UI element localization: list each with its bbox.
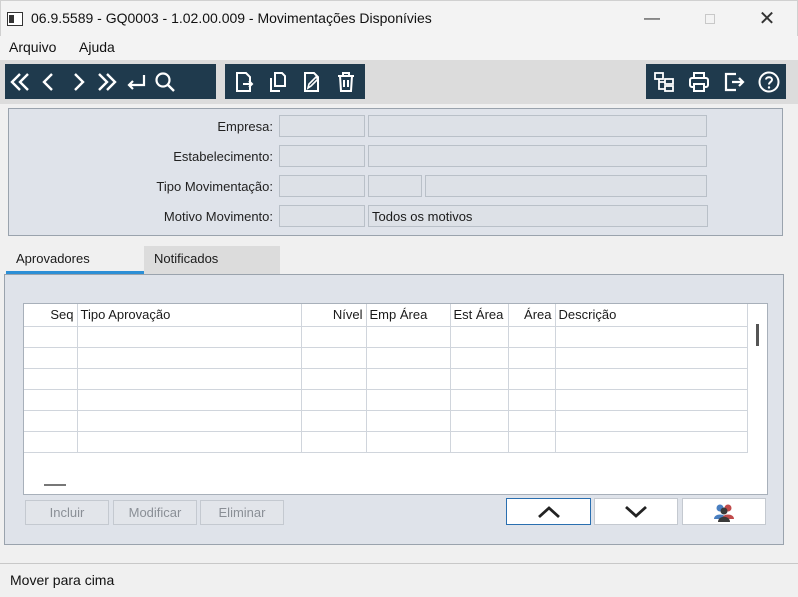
chevron-up-icon (537, 505, 560, 518)
chevron-down-icon (625, 505, 647, 518)
vertical-scrollbar[interactable] (756, 324, 759, 346)
aprovadores-grid[interactable]: Seq Tipo Aprovação Nível Emp Área Est Ár… (23, 303, 768, 495)
move-up-button[interactable] (506, 498, 591, 525)
window-title: 06.9.5589 - GQ0003 - 1.02.00.009 - Movim… (31, 10, 432, 26)
edit-toolbar-group (225, 64, 365, 99)
title-bar: 06.9.5589 - GQ0003 - 1.02.00.009 - Movim… (0, 0, 798, 36)
next-icon (73, 72, 85, 91)
motivo-movimento-code-field[interactable] (279, 205, 365, 227)
table-row[interactable] (24, 431, 748, 453)
tipo-movimentacao-desc-field (425, 175, 707, 197)
minimize-button[interactable]: — (629, 1, 675, 37)
utility-toolbar-group (646, 64, 786, 99)
tipo-movimentacao-label: Tipo Movimentação: (156, 179, 273, 194)
aprovadores-panel: Seq Tipo Aprovação Nível Emp Área Est Ár… (4, 274, 784, 545)
menu-ajuda[interactable]: Ajuda (79, 39, 115, 55)
empresa-name-field (368, 115, 707, 137)
users-icon (714, 504, 734, 522)
aprovadores-table: Seq Tipo Aprovação Nível Emp Área Est Ár… (24, 304, 748, 453)
edit-document-icon (304, 71, 320, 92)
first-icon (9, 72, 29, 91)
close-button[interactable]: ✕ (744, 1, 790, 37)
new-document-icon (236, 71, 254, 92)
exit-icon (724, 72, 745, 91)
tipo-movimentacao-code-field[interactable] (279, 175, 365, 197)
estabelecimento-code-field[interactable] (279, 145, 365, 167)
column-header-seq[interactable]: Seq (24, 304, 78, 327)
incluir-button[interactable]: Incluir (25, 500, 109, 525)
previous-record-button[interactable] (34, 64, 63, 99)
move-down-button[interactable] (594, 498, 678, 525)
return-icon (126, 74, 145, 90)
tab-bar: Aprovadores Notificados (0, 240, 798, 274)
print-icon (688, 71, 709, 92)
column-header-descricao[interactable]: Descrição (555, 304, 748, 327)
goto-button[interactable] (121, 64, 150, 99)
tab-notificados[interactable]: Notificados (144, 246, 280, 274)
eliminar-button[interactable]: Eliminar (200, 500, 284, 525)
new-record-button[interactable] (227, 64, 261, 99)
table-row[interactable] (24, 368, 748, 390)
empresa-code-field[interactable] (279, 115, 365, 137)
horizontal-scrollbar[interactable] (44, 484, 66, 486)
exit-button[interactable] (716, 64, 751, 99)
estabelecimento-label: Estabelecimento: (173, 149, 273, 164)
maximize-icon (705, 14, 715, 24)
copy-document-icon (270, 71, 286, 92)
motivo-movimento-label: Motivo Movimento: (163, 209, 273, 224)
motivo-movimento-desc-field: Todos os motivos (368, 205, 708, 227)
print-button[interactable] (681, 64, 716, 99)
column-header-nivel[interactable]: Nível (301, 304, 367, 327)
tipo-movimentacao-sub-field[interactable] (368, 175, 422, 197)
column-header-tipo-aprovacao[interactable]: Tipo Aprovação (77, 304, 302, 327)
empresa-label: Empresa: (217, 119, 273, 134)
table-row[interactable] (24, 410, 748, 432)
last-record-button[interactable] (92, 64, 121, 99)
tab-aprovadores[interactable]: Aprovadores (6, 246, 144, 274)
delete-record-button[interactable] (329, 64, 363, 99)
toolbar (0, 60, 798, 104)
estabelecimento-name-field (368, 145, 707, 167)
search-button[interactable] (150, 64, 179, 99)
first-record-button[interactable] (5, 64, 34, 99)
status-bar: Mover para cima (0, 563, 798, 597)
table-header-row: Seq Tipo Aprovação Nível Emp Área Est Ár… (24, 304, 748, 327)
column-header-emp-area[interactable]: Emp Área (366, 304, 451, 327)
filter-form: Empresa: Estabelecimento: Tipo Movimenta… (8, 108, 783, 236)
last-icon (97, 72, 117, 91)
column-header-area[interactable]: Área (508, 304, 556, 327)
hierarchy-icon (653, 71, 674, 92)
column-header-est-area[interactable]: Est Área (450, 304, 509, 327)
edit-record-button[interactable] (295, 64, 329, 99)
table-row[interactable] (24, 326, 748, 348)
users-button[interactable] (682, 498, 766, 525)
menu-bar: Arquivo Ajuda (0, 36, 798, 60)
app-window-icon (7, 12, 23, 26)
modificar-button[interactable]: Modificar (113, 500, 197, 525)
search-icon (154, 71, 175, 92)
delete-icon (338, 71, 354, 92)
table-row[interactable] (24, 389, 748, 411)
menu-arquivo[interactable]: Arquivo (9, 39, 56, 55)
previous-icon (41, 72, 53, 91)
hierarchy-button[interactable] (646, 64, 681, 99)
navigation-toolbar-group (5, 64, 216, 99)
copy-record-button[interactable] (261, 64, 295, 99)
help-button[interactable] (751, 64, 786, 99)
maximize-button[interactable] (687, 1, 733, 37)
help-icon (758, 71, 779, 92)
table-row[interactable] (24, 347, 748, 369)
next-record-button[interactable] (63, 64, 92, 99)
status-text: Mover para cima (10, 572, 115, 588)
